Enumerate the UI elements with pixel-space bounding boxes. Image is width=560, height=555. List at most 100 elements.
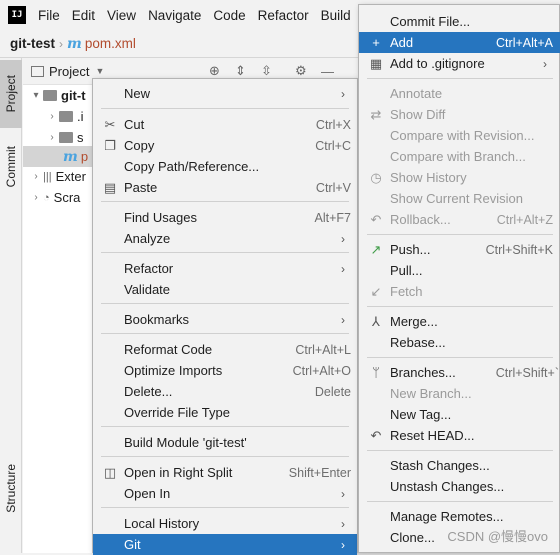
git-item-pull[interactable]: Pull... <box>359 260 560 281</box>
branch-icon: ᛘ <box>372 365 380 380</box>
breadcrumb-file[interactable]: pom.xml <box>85 36 136 51</box>
collapsed-arrow-icon[interactable]: › <box>45 111 59 122</box>
git-item-new-branch[interactable]: New Branch... <box>359 383 560 404</box>
menu-code[interactable]: Code <box>207 8 251 23</box>
menu-separator <box>101 507 349 508</box>
git-item-add-gitignore[interactable]: ▦ Add to .gitignore › <box>359 53 560 74</box>
git-item-rollback[interactable]: ↶ Rollback... Ctrl+Alt+Z <box>359 209 560 230</box>
menu-item-validate[interactable]: Validate <box>93 279 357 300</box>
menu-item-open-right-split[interactable]: ◫ Open in Right Split Shift+Enter <box>93 462 357 483</box>
expand-all-icon[interactable]: ⇕ <box>235 63 246 79</box>
menu-item-label: Rebase... <box>390 335 446 350</box>
git-item-add[interactable]: + Add Ctrl+Alt+A <box>359 32 560 53</box>
expanded-arrow-icon[interactable]: ▾ <box>29 90 43 101</box>
tree-item-label: s <box>77 130 84 145</box>
collapsed-arrow-icon[interactable]: › <box>29 171 43 182</box>
plus-icon: + <box>372 35 380 50</box>
menu-item-refactor[interactable]: Refactor › <box>93 258 357 279</box>
collapsed-arrow-icon[interactable]: › <box>29 192 43 203</box>
git-item-compare-revision[interactable]: Compare with Revision... <box>359 125 560 146</box>
git-item-branches[interactable]: ᛘ Branches... Ctrl+Shift+` <box>359 362 560 383</box>
menu-item-bookmarks[interactable]: Bookmarks › <box>93 309 357 330</box>
collapsed-arrow-icon[interactable]: › <box>45 132 59 143</box>
menu-item-open-in[interactable]: Open In › <box>93 483 357 504</box>
menu-item-label: Rollback... <box>390 212 451 227</box>
collapse-all-icon[interactable]: ⇳ <box>261 63 272 79</box>
git-item-unstash-changes[interactable]: Unstash Changes... <box>359 476 560 497</box>
menu-navigate[interactable]: Navigate <box>142 8 207 23</box>
menu-item-label: Add to .gitignore <box>390 56 485 71</box>
git-item-manage-remotes[interactable]: Manage Remotes... <box>359 506 560 527</box>
menu-item-reformat-code[interactable]: Reformat Code Ctrl+Alt+L <box>93 339 357 360</box>
git-submenu: Commit File... + Add Ctrl+Alt+A ▦ Add to… <box>358 4 560 553</box>
git-item-annotate[interactable]: Annotate <box>359 83 560 104</box>
tree-item-src[interactable]: › s <box>45 127 84 148</box>
menu-separator <box>101 303 349 304</box>
menu-item-copy-path[interactable]: Copy Path/Reference... <box>93 156 357 177</box>
menu-item-shortcut: Ctrl+Shift+` <box>495 365 559 380</box>
menu-item-cut[interactable]: ✂ Cut Ctrl+X <box>93 114 357 135</box>
locate-icon[interactable]: ⊕ <box>209 63 220 79</box>
clock-icon: ◷ <box>370 169 382 185</box>
menu-item-shortcut: Ctrl+X <box>315 117 351 132</box>
tree-item-root[interactable]: ▾ git-t <box>29 85 85 106</box>
menu-build[interactable]: Build <box>315 8 357 23</box>
menu-item-shortcut: Ctrl+Alt+A <box>496 35 553 50</box>
git-item-merge[interactable]: ⅄ Merge... <box>359 311 560 332</box>
git-item-reset-head[interactable]: ↶ Reset HEAD... <box>359 425 560 446</box>
menu-item-shortcut: Ctrl+Alt+O <box>292 363 351 378</box>
menu-item-label: Push... <box>390 242 431 257</box>
menu-separator <box>367 306 553 307</box>
git-item-push[interactable]: ↗ Push... Ctrl+Shift+K <box>359 239 560 260</box>
commit-tool-tab[interactable]: Commit <box>0 136 22 198</box>
git-item-rebase[interactable]: Rebase... <box>359 332 560 353</box>
breadcrumb-project[interactable]: git-test <box>10 36 55 51</box>
menu-item-copy[interactable]: ❐ Copy Ctrl+C <box>93 135 357 156</box>
git-item-fetch[interactable]: ↙ Fetch <box>359 281 560 302</box>
project-panel-title[interactable]: Project <box>49 64 89 79</box>
menu-item-label: Build Module 'git-test' <box>124 435 247 450</box>
menu-item-label: Copy <box>124 138 155 153</box>
tree-item-scratches[interactable]: › ◔ Scra <box>29 187 80 208</box>
menu-item-label: Optimize Imports <box>124 363 223 378</box>
menu-view[interactable]: View <box>101 8 142 23</box>
menu-item-label: Analyze <box>124 231 171 246</box>
minimize-icon[interactable]: — <box>321 64 334 79</box>
git-item-new-tag[interactable]: New Tag... <box>359 404 560 425</box>
git-item-compare-branch[interactable]: Compare with Branch... <box>359 146 560 167</box>
menu-file[interactable]: File <box>32 8 66 23</box>
tree-item-external-libraries[interactable]: › ||| Exter <box>29 166 86 187</box>
diff-icon: ⇄ <box>370 106 382 122</box>
gear-icon[interactable]: ⚙ <box>295 63 307 79</box>
menu-edit[interactable]: Edit <box>66 8 101 23</box>
menu-item-override-file-type[interactable]: Override File Type <box>93 402 357 423</box>
tree-item-idea[interactable]: › .i <box>45 106 83 127</box>
git-item-show-history[interactable]: ◷ Show History <box>359 167 560 188</box>
menu-item-local-history[interactable]: Local History › <box>93 513 357 534</box>
menu-item-git[interactable]: Git › <box>93 534 357 555</box>
menu-separator <box>101 333 349 334</box>
menu-separator <box>367 450 553 451</box>
menu-item-label: Reformat Code <box>124 342 213 357</box>
project-tool-tab[interactable]: Project <box>0 60 22 128</box>
chevron-down-icon[interactable]: ▼ <box>95 66 104 76</box>
git-item-stash-changes[interactable]: Stash Changes... <box>359 455 560 476</box>
menu-item-label: Copy Path/Reference... <box>124 159 260 174</box>
structure-tool-tab[interactable]: Structure <box>0 453 22 523</box>
menu-item-label: Bookmarks <box>124 312 190 327</box>
git-item-commit-file[interactable]: Commit File... <box>359 11 560 32</box>
menu-item-build-module[interactable]: Build Module 'git-test' <box>93 432 357 453</box>
menu-item-paste[interactable]: ▤ Paste Ctrl+V <box>93 177 357 198</box>
menu-item-label: Git <box>124 537 141 552</box>
git-item-show-diff[interactable]: ⇄ Show Diff <box>359 104 560 125</box>
menu-item-optimize-imports[interactable]: Optimize Imports Ctrl+Alt+O <box>93 360 357 381</box>
menu-item-analyze[interactable]: Analyze › <box>93 228 357 249</box>
git-item-show-current-revision[interactable]: Show Current Revision <box>359 188 560 209</box>
menu-item-label: Commit File... <box>390 14 471 29</box>
menu-separator <box>367 78 553 79</box>
menu-item-new[interactable]: New › <box>93 83 357 104</box>
menu-item-find-usages[interactable]: Find Usages Alt+F7 <box>93 207 357 228</box>
menu-refactor[interactable]: Refactor <box>252 8 315 23</box>
menu-item-delete[interactable]: Delete... Delete <box>93 381 357 402</box>
menu-item-label: Open in Right Split <box>124 465 233 480</box>
